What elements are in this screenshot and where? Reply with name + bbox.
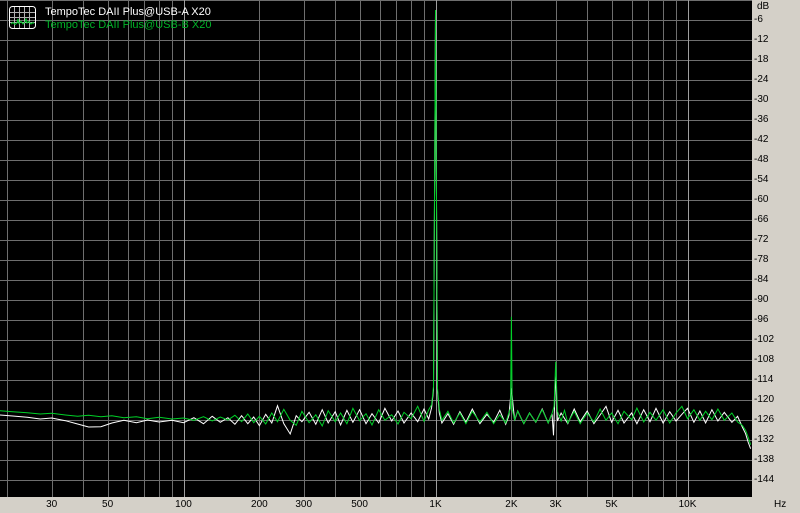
x-tick-label: 30 xyxy=(46,499,58,510)
y-axis-unit-label: dB xyxy=(757,1,770,12)
x-tick-label: 50 xyxy=(102,499,114,510)
y-tick-label: -78 xyxy=(754,254,769,265)
y-tick-label: -66 xyxy=(754,214,769,225)
spectrum-plot-area xyxy=(0,0,752,497)
y-tick-label: -12 xyxy=(754,34,769,45)
y-tick-label: -84 xyxy=(754,274,769,285)
y-tick-label: -48 xyxy=(754,154,769,165)
y-tick-label: -6 xyxy=(754,14,763,25)
x-axis-unit-label: Hz xyxy=(774,499,787,510)
x-tick-label: 3K xyxy=(549,499,562,510)
x-tick-label: 5K xyxy=(605,499,618,510)
y-tick-label: -18 xyxy=(754,54,769,65)
y-tick-label: -90 xyxy=(754,294,769,305)
y-tick-label: -138 xyxy=(754,454,775,465)
legend-series-a-label: TempoTec DAII Plus@USB-A X20 xyxy=(45,6,211,18)
x-tick-label: 1K xyxy=(429,499,442,510)
y-tick-label: -126 xyxy=(754,414,775,425)
y-tick-label: -144 xyxy=(754,474,775,485)
y-tick-label: -132 xyxy=(754,434,775,445)
x-tick-label: 300 xyxy=(295,499,313,510)
y-tick-label: -30 xyxy=(754,94,769,105)
legend-labels: TempoTec DAII Plus@USB-A X20 TempoTec DA… xyxy=(45,6,211,32)
y-tick-label: -102 xyxy=(754,334,775,345)
x-tick-label: 500 xyxy=(351,499,368,510)
y-tick-label: -36 xyxy=(754,114,769,125)
y-tick-label: -114 xyxy=(754,374,774,385)
legend: TempoTec DAII Plus@USB-A X20 TempoTec DA… xyxy=(9,6,211,32)
y-tick-label: -60 xyxy=(754,194,769,205)
spectrum-analyzer-panel: TempoTec DAII Plus@USB-A X20 TempoTec DA… xyxy=(0,0,800,513)
x-tick-label: 2K xyxy=(505,499,518,510)
y-tick-label: -108 xyxy=(754,354,775,365)
legend-series-b-label: TempoTec DAII Plus@USB-B X20 xyxy=(45,19,212,31)
x-tick-label: 100 xyxy=(175,499,192,510)
y-tick-label: -42 xyxy=(754,134,769,145)
x-tick-label: 10K xyxy=(678,499,697,510)
y-tick-label: -72 xyxy=(754,234,769,245)
spectrum-grid-icon xyxy=(9,6,36,29)
y-tick-label: -24 xyxy=(754,74,769,85)
y-tick-label: -96 xyxy=(754,314,769,325)
y-tick-label: -54 xyxy=(754,174,769,185)
y-tick-label: -120 xyxy=(754,394,775,405)
x-tick-label: 200 xyxy=(251,499,268,510)
